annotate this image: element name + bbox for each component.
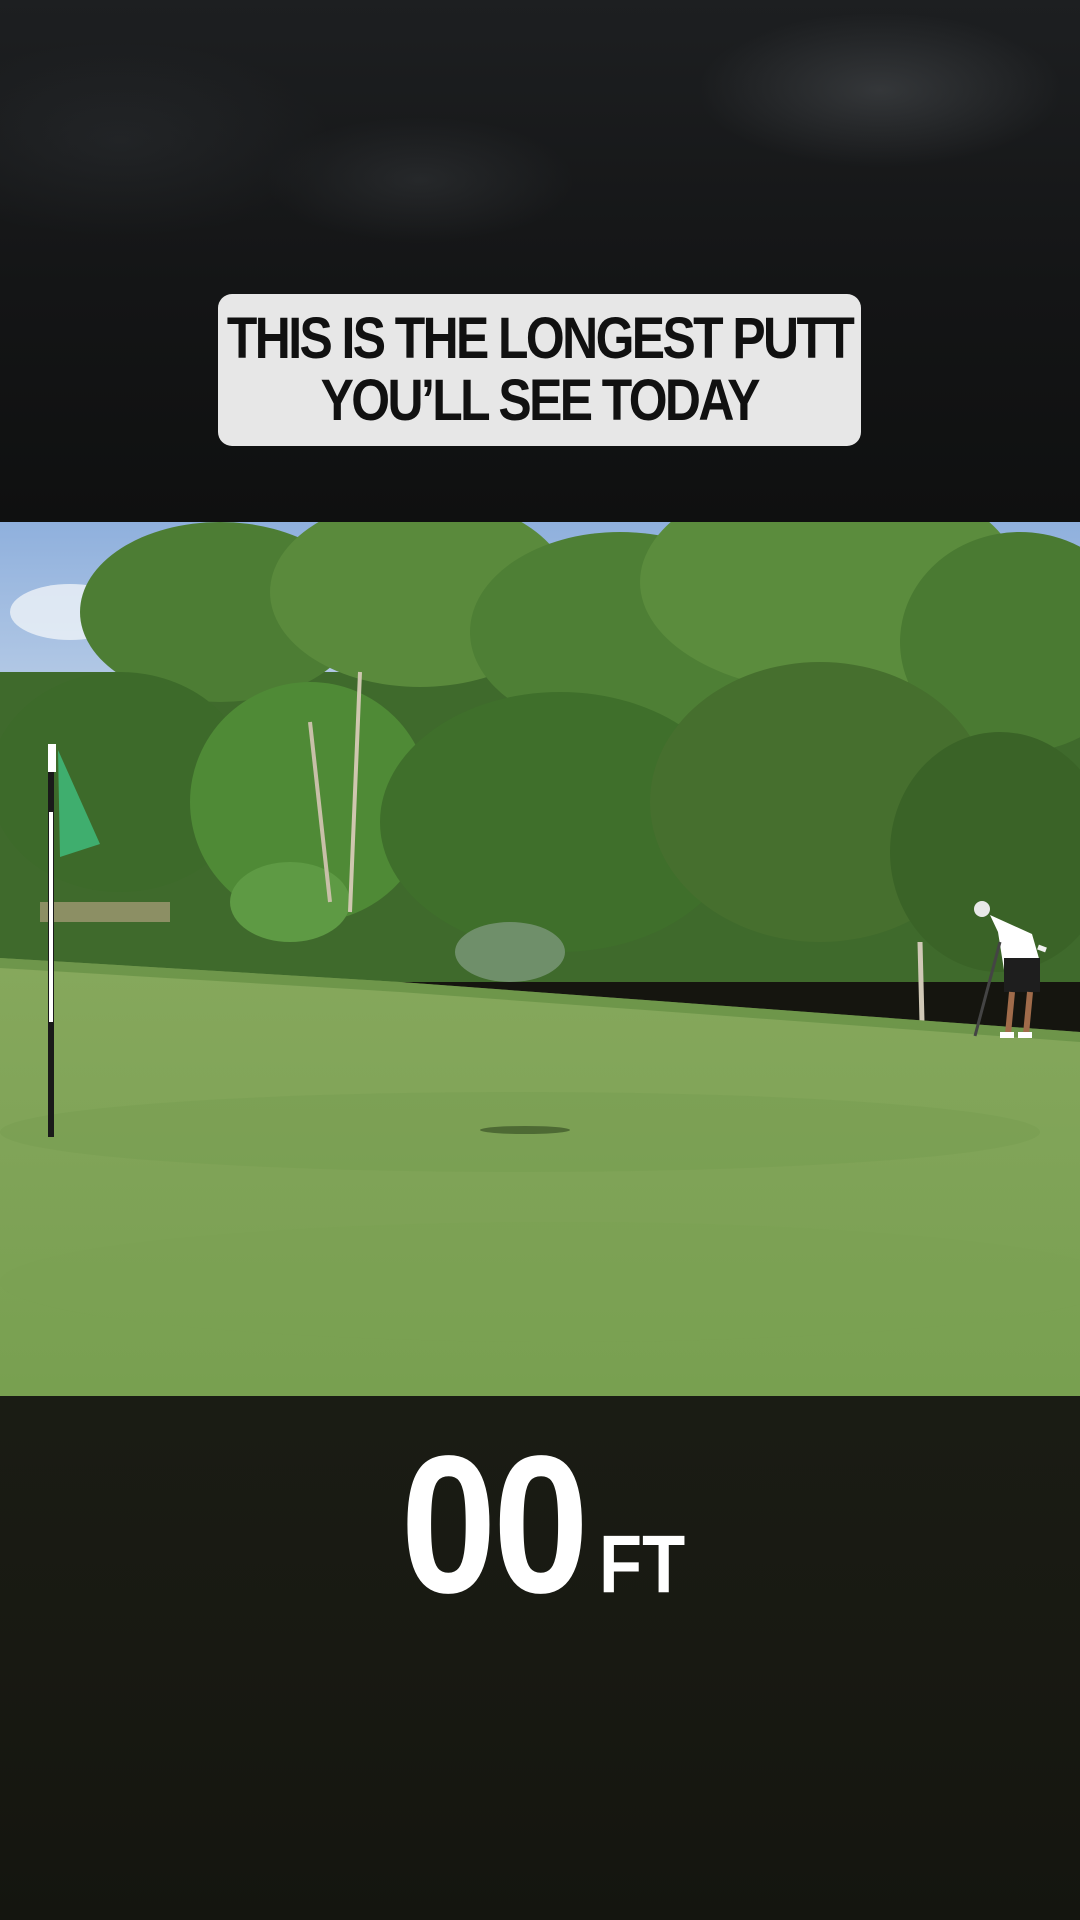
putt-distance-counter: 00 FT: [0, 1412, 1080, 1637]
distance-value: 00: [400, 1415, 588, 1634]
golf-green-video-frame: [0, 522, 1080, 1396]
distance-unit: FT: [598, 1519, 686, 1610]
caption-line-2: YOU’LL SEE TODAY: [320, 368, 761, 433]
cup-shadow: [480, 1126, 570, 1134]
caption-box: THIS IS THE LONGEST PUTT YOU’LL SEE TODA…: [218, 294, 861, 446]
tree-line: [0, 522, 1080, 1023]
caption-line-1: THIS IS THE LONGEST PUTT: [226, 306, 855, 371]
